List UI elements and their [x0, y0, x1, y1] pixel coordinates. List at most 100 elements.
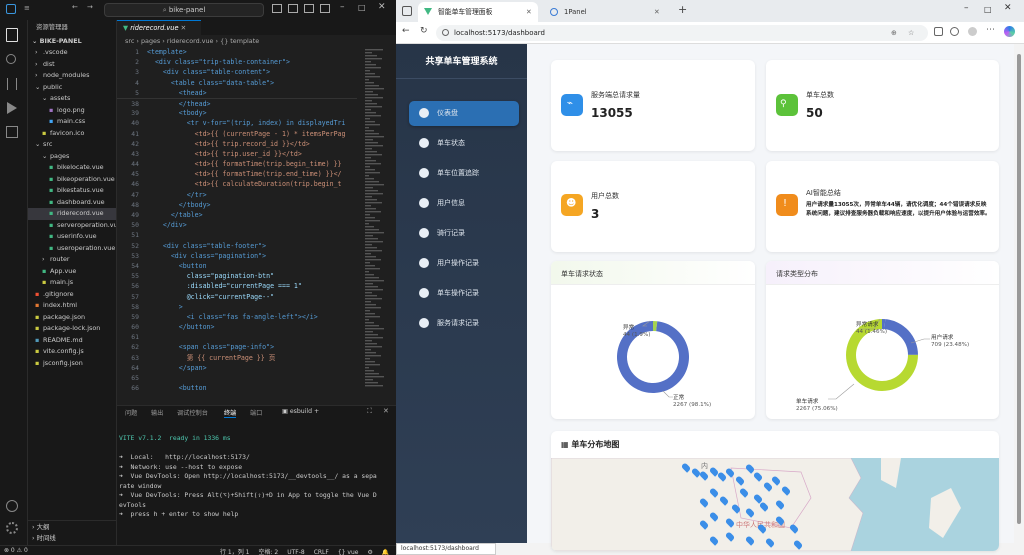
close-panel-icon[interactable]: ✕ — [383, 407, 389, 415]
status-item[interactable]: {} vue — [338, 549, 359, 555]
tree-item[interactable]: ▪ App.vue — [28, 266, 116, 278]
search-icon[interactable] — [6, 54, 16, 64]
bike-map[interactable]: 内 中华人民共和国 — [551, 458, 999, 551]
tab-close-icon[interactable]: ✕ — [181, 24, 187, 32]
browser-tab-dashboard[interactable]: 智能单车管理面板 ✕ — [418, 2, 538, 22]
tree-item[interactable]: ▪ jsconfig.json — [28, 358, 116, 370]
tree-item[interactable]: ▪ useroperation.vue — [28, 243, 116, 255]
tree-item[interactable]: ⌄ pages — [28, 151, 116, 163]
tree-item[interactable]: ▪ package.json — [28, 312, 116, 324]
browser-tab-1panel[interactable]: 1Panel ✕ — [544, 2, 668, 22]
back-arrow-icon[interactable]: ← — [72, 3, 78, 11]
profile-avatar-icon[interactable] — [968, 27, 977, 36]
zoom-icon[interactable]: ⊕ — [891, 25, 897, 41]
nav-item[interactable]: 单车位置追踪 — [409, 161, 519, 186]
nav-item[interactable]: 仪表盘 — [409, 101, 519, 126]
run-debug-icon[interactable] — [7, 102, 17, 114]
explorer-icon[interactable] — [6, 28, 18, 42]
nav-item[interactable]: 单车状态 — [409, 131, 519, 156]
timeline-section[interactable]: › 时间线 — [28, 532, 117, 544]
tree-item[interactable]: ▪ vite.config.js — [28, 346, 116, 358]
tree-item[interactable]: ▪ dashboard.vue — [28, 197, 116, 209]
favorites-icon[interactable] — [950, 27, 959, 36]
breadcrumb-item[interactable]: src — [125, 37, 134, 45]
close-icon[interactable]: ✕ — [1004, 3, 1012, 13]
reload-icon[interactable]: ↻ — [420, 26, 428, 36]
maximize-icon[interactable]: □ — [984, 5, 992, 14]
maximize-icon[interactable]: □ — [358, 3, 366, 12]
code-view[interactable]: 1 <template> 2 <div class="trip-table-cont… — [117, 47, 357, 403]
account-icon[interactable] — [6, 500, 18, 512]
scrollbar-thumb[interactable] — [1017, 54, 1021, 524]
nav-item[interactable]: 用户操作记录 — [409, 251, 519, 276]
nav-item[interactable]: 服务请求记录 — [409, 311, 519, 336]
menu-icon[interactable]: ≡ — [24, 4, 30, 12]
breadcrumb-item[interactable]: riderecord.vue — [167, 37, 214, 45]
tree-item[interactable]: ▪ bikelocate.vue — [28, 162, 116, 174]
panel-tab[interactable]: 输出 — [151, 408, 163, 417]
tree-item[interactable]: ▪ riderecord.vue — [28, 208, 116, 220]
new-tab-button[interactable]: + — [678, 3, 687, 16]
tree-item[interactable]: ⌄ public — [28, 82, 116, 94]
close-icon[interactable]: ✕ — [378, 2, 386, 12]
tree-item[interactable]: ▪ bikestatus.vue — [28, 185, 116, 197]
problems-count[interactable]: ⊗ 0 ⚠ 0 — [4, 547, 28, 554]
source-control-icon[interactable] — [7, 78, 17, 90]
tree-item[interactable]: ▪ README.md — [28, 335, 116, 347]
terminal-output[interactable]: VITE v7.1.2 ready in 1336 ms ➜ Local: htt… — [119, 434, 389, 544]
tree-item[interactable]: › router — [28, 254, 116, 266]
tree-item[interactable]: ▪ .gitignore — [28, 289, 116, 301]
settings-gear-icon[interactable] — [6, 522, 18, 534]
panel-tab[interactable]: 调试控制台 — [177, 408, 208, 417]
panel-tab[interactable]: 端口 — [250, 408, 262, 417]
tab-close-icon[interactable]: ✕ — [526, 2, 532, 22]
url-bar[interactable]: localhost:5173/dashboard ⊕ ☆ — [436, 25, 928, 41]
tree-item[interactable]: › dist — [28, 59, 116, 71]
nav-item[interactable]: 单车操作记录 — [409, 281, 519, 306]
tree-item[interactable]: ▪ logo.png — [28, 105, 116, 117]
customize-layout-icon[interactable] — [320, 4, 330, 13]
tree-item[interactable]: › .vscode — [28, 47, 116, 59]
editor-tab-riderecord[interactable]: ▼ riderecord.vue ✕ — [117, 20, 201, 35]
site-info-icon[interactable] — [442, 29, 449, 36]
minimap[interactable] — [363, 47, 389, 397]
command-center[interactable]: ⌕ bike-panel — [104, 3, 264, 17]
status-item[interactable]: 行 1，列 1 — [220, 549, 249, 555]
layout-sidebar-icon[interactable] — [272, 4, 282, 13]
tree-item[interactable]: ▪ package-lock.json — [28, 323, 116, 335]
forward-arrow-icon[interactable]: → — [87, 3, 93, 11]
status-item[interactable]: ⚙ — [367, 549, 372, 555]
favorite-star-icon[interactable]: ☆ — [908, 25, 914, 41]
tree-item[interactable]: ▪ favicon.ico — [28, 128, 116, 140]
nav-item[interactable]: 骑行记录 — [409, 221, 519, 246]
status-item[interactable]: UTF-8 — [287, 549, 305, 555]
breadcrumb-item[interactable]: {} template — [220, 37, 259, 45]
type-donut-chart[interactable]: 异常请求44 (1.46%) 用户请求709 (23.48%) 单车请求2267 (… — [766, 285, 999, 419]
tree-item[interactable]: ▪ main.js — [28, 277, 116, 289]
panel-tab[interactable]: 问题 — [125, 408, 137, 417]
outline-section[interactable]: › 大纲 — [28, 520, 117, 532]
panel-tab[interactable]: 终端 — [224, 408, 237, 418]
tree-item[interactable]: ▪ bikeoperation.vue — [28, 174, 116, 186]
breadcrumb-item[interactable]: pages — [141, 37, 160, 45]
layout-panel-icon[interactable] — [288, 4, 298, 13]
tab-actions-icon[interactable] — [402, 6, 412, 16]
tree-item[interactable]: ⌄ src — [28, 139, 116, 151]
donut-slice[interactable] — [884, 319, 918, 355]
tree-item[interactable]: ▪ main.css — [28, 116, 116, 128]
minimize-icon[interactable]: – — [964, 3, 969, 13]
tree-item[interactable]: ▪ serveroperation.vue — [28, 220, 116, 232]
maximize-panel-icon[interactable]: ⛶ — [367, 407, 372, 416]
tree-item[interactable]: ▪ userinfo.vue — [28, 231, 116, 243]
status-item[interactable]: CRLF — [314, 549, 329, 555]
status-donut-chart[interactable]: 异常44 (1.9%) 正常2267 (98.1%) — [551, 285, 755, 419]
more-menu-icon[interactable]: ⋯ — [986, 25, 995, 35]
extensions-icon[interactable] — [6, 126, 18, 138]
terminal-selector[interactable]: ▣ esbuild + — [282, 408, 319, 415]
status-item[interactable]: 🔔 — [382, 549, 389, 555]
copilot-icon[interactable] — [1004, 26, 1015, 37]
status-item[interactable]: 空格: 2 — [258, 549, 278, 555]
extensions-icon[interactable] — [934, 27, 943, 36]
tree-item[interactable]: ⌄ assets — [28, 93, 116, 105]
nav-item[interactable]: 用户信息 — [409, 191, 519, 216]
